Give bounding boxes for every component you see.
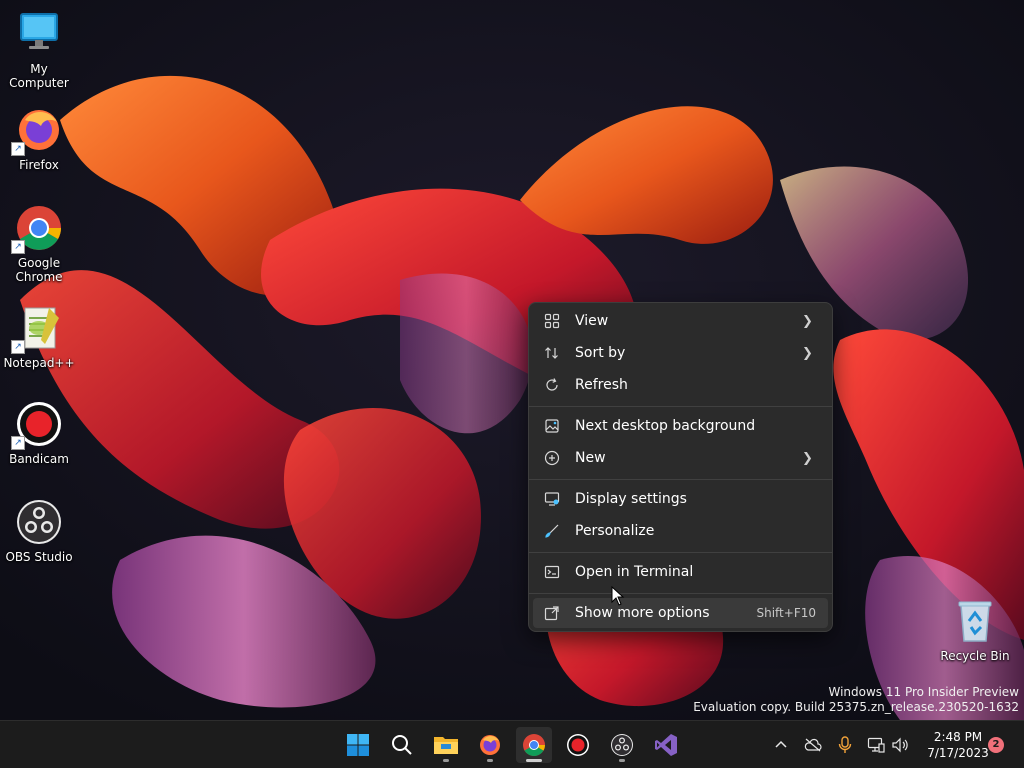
shortcut-arrow-icon: ↗: [11, 340, 25, 354]
menu-item-open-in-terminal[interactable]: Open in Terminal: [533, 557, 828, 587]
obs-icon: [15, 498, 63, 546]
taskbar-clock[interactable]: 2:48 PM 7/17/2023: [918, 729, 998, 761]
menu-item-view[interactable]: View ❯: [533, 306, 828, 336]
terminal-icon: [543, 563, 561, 581]
clock-time: 2:48 PM: [933, 730, 983, 744]
visual-studio-icon: [655, 734, 677, 756]
menu-separator: [529, 479, 832, 480]
menu-item-label: Personalize: [575, 523, 655, 539]
menu-item-display-settings[interactable]: Display settings: [533, 484, 828, 514]
chrome-taskbar-button[interactable]: [516, 727, 552, 763]
menu-separator: [529, 406, 832, 407]
notepadpp-icon: ↗: [11, 304, 63, 354]
desktop-icon-obs-studio[interactable]: OBS Studio: [1, 498, 77, 564]
firefox-taskbar-button[interactable]: [472, 727, 508, 763]
desktop-icon-label: Google Chrome: [15, 256, 63, 284]
display-settings-icon: [543, 490, 561, 508]
menu-item-label: View: [575, 313, 609, 329]
personalize-brush-icon: [543, 522, 561, 540]
show-more-options-icon: [543, 604, 561, 622]
menu-item-label: Next desktop background: [575, 418, 756, 434]
taskbar: 2:48 PM 7/17/2023 2: [0, 720, 1024, 768]
running-indicator: [619, 759, 625, 762]
recycle-bin-icon: [951, 597, 999, 645]
bandicam-icon: ↗: [11, 400, 63, 450]
desktop-icon-label: Recycle Bin: [940, 649, 1010, 663]
desktop-icon-label: Bandicam: [9, 452, 69, 466]
obs-taskbar-button[interactable]: [604, 727, 640, 763]
mouse-cursor-icon: [611, 586, 625, 606]
menu-item-show-more-options[interactable]: Show more options Shift+F10: [533, 598, 828, 628]
running-indicator: [487, 759, 493, 762]
visual-studio-taskbar-button[interactable]: [648, 727, 684, 763]
menu-item-new[interactable]: New ❯: [533, 443, 828, 473]
firefox-icon: ↗: [11, 106, 63, 156]
menu-item-refresh[interactable]: Refresh: [533, 370, 828, 400]
sort-icon: [543, 344, 561, 362]
running-indicator: [443, 759, 449, 762]
chevron-right-icon: ❯: [802, 450, 813, 466]
chevron-right-icon: ❯: [802, 313, 813, 329]
menu-item-sort-by[interactable]: Sort by ❯: [533, 338, 828, 368]
new-plus-icon: [543, 449, 561, 467]
refresh-icon: [543, 376, 561, 394]
menu-item-label: Refresh: [575, 377, 628, 393]
desktop-context-menu: View ❯ Sort by ❯ Refresh Next desktop ba…: [528, 302, 833, 632]
next-background-icon: [543, 417, 561, 435]
menu-item-personalize[interactable]: Personalize: [533, 516, 828, 546]
search-icon: [392, 735, 412, 755]
chrome-icon: [523, 734, 545, 756]
menu-item-label: Display settings: [575, 491, 687, 507]
active-indicator: [526, 759, 542, 762]
file-explorer-button[interactable]: [428, 727, 464, 763]
onedrive-offline-icon[interactable]: [803, 735, 823, 755]
obs-icon: [611, 734, 633, 756]
desktop-icon-firefox[interactable]: ↗ Firefox: [1, 106, 77, 172]
desktop-icon-my-computer[interactable]: My Computer: [1, 10, 77, 90]
shortcut-arrow-icon: ↗: [11, 142, 25, 156]
watermark-edition: Windows 11 Pro Insider Preview: [828, 685, 1019, 699]
desktop-icon-notepadpp[interactable]: ↗ Notepad++: [1, 304, 77, 370]
chrome-icon: ↗: [11, 204, 63, 254]
menu-item-label: Sort by: [575, 345, 626, 361]
shortcut-arrow-icon: ↗: [11, 436, 25, 450]
bandicam-icon: [567, 734, 589, 756]
desktop-icon-bandicam[interactable]: ↗ Bandicam: [1, 400, 77, 466]
volume-icon[interactable]: [890, 735, 910, 755]
notification-badge[interactable]: 2: [988, 737, 1004, 753]
start-button[interactable]: [340, 727, 376, 763]
chevron-right-icon: ❯: [802, 345, 813, 361]
desktop-icon-recycle-bin[interactable]: Recycle Bin: [937, 597, 1013, 663]
search-button[interactable]: [384, 727, 420, 763]
network-icon[interactable]: [866, 735, 886, 755]
menu-item-shortcut: Shift+F10: [756, 606, 816, 620]
menu-separator: [529, 593, 832, 594]
desktop-icon-label: Notepad++: [3, 356, 75, 370]
desktop-icon-label: OBS Studio: [5, 550, 73, 564]
clock-date: 7/17/2023: [927, 746, 989, 760]
desktop-icon-label: Firefox: [19, 158, 59, 172]
view-grid-icon: [543, 312, 561, 330]
chevron-up-icon[interactable]: [771, 735, 791, 755]
microphone-icon[interactable]: [835, 735, 855, 755]
desktop-wallpaper: [0, 0, 1024, 720]
menu-item-next-desktop-background[interactable]: Next desktop background: [533, 411, 828, 441]
firefox-icon: [480, 735, 500, 755]
monitor-icon: [15, 10, 63, 58]
menu-item-label: Show more options: [575, 605, 710, 621]
bandicam-taskbar-button[interactable]: [560, 727, 596, 763]
menu-item-label: New: [575, 450, 606, 466]
evaluation-watermark: Windows 11 Pro Insider Preview Evaluatio…: [693, 685, 1019, 715]
folder-icon: [434, 737, 458, 754]
desktop-icon-label: My Computer: [9, 62, 69, 90]
windows-start-icon: [347, 734, 369, 756]
menu-item-label: Open in Terminal: [575, 564, 694, 580]
menu-separator: [529, 552, 832, 553]
desktop-icon-google-chrome[interactable]: ↗ Google Chrome: [1, 204, 77, 284]
shortcut-arrow-icon: ↗: [11, 240, 25, 254]
watermark-build: Evaluation copy. Build 25375.zn_release.…: [693, 700, 1019, 714]
